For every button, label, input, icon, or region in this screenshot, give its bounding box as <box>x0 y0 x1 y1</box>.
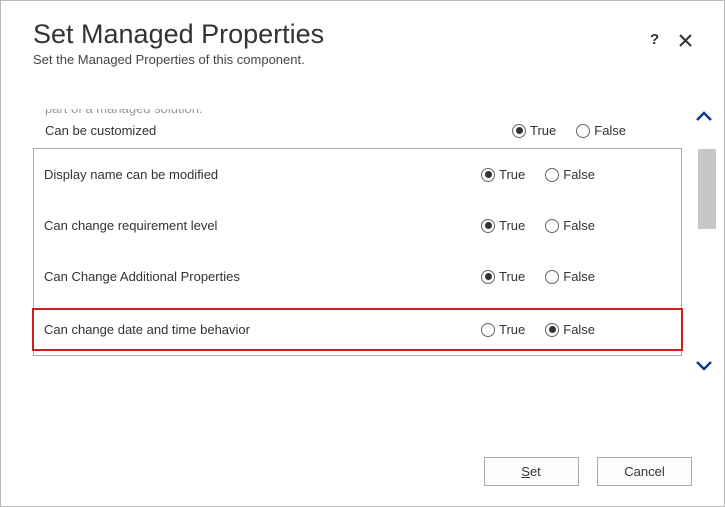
radio-false[interactable]: False <box>545 322 595 337</box>
radio-true[interactable]: True <box>481 322 525 337</box>
radio-true-label: True <box>499 322 525 337</box>
radio-true-label: True <box>499 218 525 233</box>
property-label: Display name can be modified <box>44 167 481 182</box>
dialog-set-managed-properties: Set Managed Properties Set the Managed P… <box>0 0 725 507</box>
radio-true[interactable]: True <box>481 269 525 284</box>
properties-box: Display name can be modifiedTrueFalseCan… <box>33 148 682 356</box>
row-can-be-customized: Can be customized True False <box>33 123 712 148</box>
property-radios: True False <box>481 322 681 337</box>
truncated-text: part of a managed solution. <box>45 109 712 119</box>
radio-true[interactable]: True <box>481 218 525 233</box>
radio-true[interactable]: True <box>481 167 525 182</box>
scrollbar-thumb[interactable] <box>698 149 716 229</box>
radio-false[interactable]: False <box>545 218 595 233</box>
property-label: Can change requirement level <box>44 218 481 233</box>
row-label: Can be customized <box>45 123 512 138</box>
radio-false[interactable]: False <box>545 167 595 182</box>
scroll-up-icon[interactable] <box>692 109 716 123</box>
radio-false-label: False <box>563 269 595 284</box>
property-radios: True False <box>481 167 681 182</box>
property-radios: True False <box>481 218 681 233</box>
radio-group-customized: True False <box>512 123 712 138</box>
close-icon[interactable] <box>679 34 692 51</box>
radio-true[interactable]: True <box>512 123 556 138</box>
dialog-footer: Set Cancel <box>470 457 692 486</box>
radio-false-label: False <box>563 167 595 182</box>
property-label: Can change date and time behavior <box>44 322 481 337</box>
dialog-header: Set Managed Properties Set the Managed P… <box>1 1 724 75</box>
property-row: Display name can be modified True False <box>34 149 681 200</box>
radio-false[interactable]: False <box>545 269 595 284</box>
dialog-body: part of a managed solution. Can be custo… <box>33 109 712 356</box>
cancel-button[interactable]: Cancel <box>597 457 692 486</box>
dialog-title: Set Managed Properties <box>33 19 692 50</box>
radio-false-label: False <box>594 123 626 138</box>
property-row: Can change requirement level True False <box>34 200 681 251</box>
property-radios: True False <box>481 269 681 284</box>
property-label: Can Change Additional Properties <box>44 269 481 284</box>
radio-false-label: False <box>563 322 595 337</box>
svg-text:?: ? <box>650 31 659 47</box>
dialog-subtitle: Set the Managed Properties of this compo… <box>33 52 692 67</box>
property-row: Can Change Additional Properties True Fals… <box>34 251 681 302</box>
set-button[interactable]: Set <box>484 457 579 486</box>
property-row: Can change date and time behavior True Fal… <box>32 308 683 351</box>
help-icon[interactable]: ? <box>647 31 661 51</box>
scroll-down-icon[interactable] <box>692 359 716 373</box>
radio-false-label: False <box>563 218 595 233</box>
radio-true-label: True <box>499 269 525 284</box>
radio-true-label: True <box>499 167 525 182</box>
radio-true-label: True <box>530 123 556 138</box>
radio-false[interactable]: False <box>576 123 626 138</box>
